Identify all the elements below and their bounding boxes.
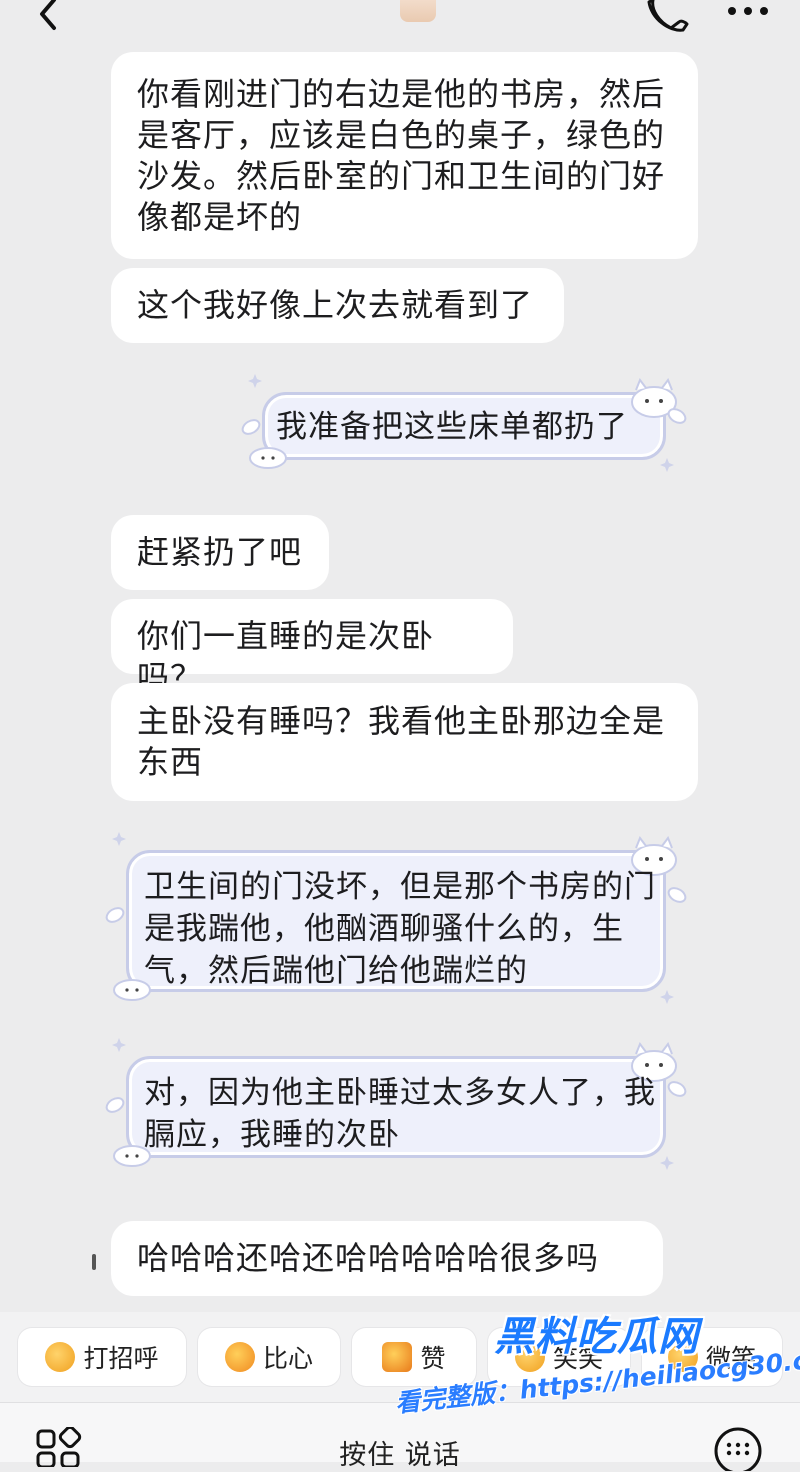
- leaf-icon: [105, 1097, 125, 1113]
- quick-reply-label: 笑笑: [552, 1344, 603, 1373]
- message-text: 卫生间的门没坏，但是那个书房的门是我踹他，他酗酒聊骚什么的，生气，然后踹他门给他…: [144, 869, 656, 989]
- scroll-indicator: [92, 1254, 96, 1270]
- quick-reply-label: 比心: [262, 1344, 313, 1373]
- sparkle-icon: [112, 832, 126, 846]
- message-bubble-left[interactable]: 哈哈哈还哈还哈哈哈哈哈很多吗: [111, 1221, 663, 1296]
- message-bubble-left[interactable]: 主卧没有睡吗？我看他主卧那边全是东西: [111, 683, 698, 801]
- message-bubble-left[interactable]: 赶紧扔了吧: [111, 515, 329, 590]
- quick-reply-label: 赞: [420, 1344, 446, 1373]
- chevron-left-icon[interactable]: [30, 0, 64, 34]
- smile-emoji-icon: [667, 1342, 698, 1372]
- more-dots-icon[interactable]: [726, 4, 770, 18]
- quick-reply-wave[interactable]: 打招呼: [18, 1328, 186, 1386]
- duck-heart-emoji-icon: [224, 1342, 255, 1372]
- leaf-icon: [105, 907, 125, 923]
- message-bubble-left[interactable]: 这个我好像上次去就看到了: [111, 268, 564, 343]
- message-bubble-left[interactable]: 你们一直睡的是次卧吗？: [111, 599, 513, 696]
- laugh-emoji-icon: [514, 1342, 545, 1372]
- decorated-message-bubble-right[interactable]: 卫生间的门没坏，但是那个书房的门是我踹他，他酗酒聊骚什么的，生气，然后踹他门给他…: [104, 832, 688, 1006]
- thumbs-up-emoji-icon: [382, 1342, 413, 1372]
- quick-reply-smile[interactable]: 微笑: [642, 1328, 782, 1386]
- message-text: 我准备把这些床单都扔了: [276, 409, 628, 445]
- keyboard-icon[interactable]: [712, 1423, 764, 1471]
- wave-emoji-icon: [45, 1342, 76, 1372]
- decorated-message-bubble-right[interactable]: 对，因为他主卧睡过太多女人了，我膈应，我睡的次卧: [104, 1038, 688, 1172]
- sparkle-icon: [660, 458, 674, 472]
- decorated-message-bubble-right[interactable]: 我准备把这些床单都扔了: [240, 374, 688, 474]
- quick-reply-label: 打招呼: [83, 1344, 159, 1373]
- sparkle-icon: [660, 1156, 674, 1170]
- contact-avatar[interactable]: [400, 0, 436, 22]
- input-bar: 按住 说话: [0, 1402, 800, 1471]
- leaf-icon: [241, 419, 261, 436]
- leaf-icon: [667, 886, 687, 903]
- leaf-icon: [667, 408, 687, 424]
- leaf-icon: [667, 1081, 687, 1098]
- sparkle-icon: [660, 990, 674, 1004]
- message-text: 对，因为他主卧睡过太多女人了，我膈应，我睡的次卧: [144, 1075, 656, 1153]
- hold-to-talk-button[interactable]: 按住 说话: [300, 1433, 500, 1472]
- chat-header: [0, 0, 800, 46]
- quick-reply-like[interactable]: 赞: [352, 1328, 476, 1386]
- phone-icon[interactable]: [645, 0, 691, 32]
- quick-reply-laugh[interactable]: 笑笑: [488, 1328, 630, 1386]
- message-bubble-left[interactable]: 你看刚进门的右边是他的书房，然后是客厅，应该是白色的桌子，绿色的沙发。然后卧室的…: [111, 52, 698, 259]
- sparkle-icon: [248, 374, 262, 388]
- apps-grid-icon[interactable]: [36, 1427, 84, 1467]
- quick-reply-label: 微笑: [705, 1344, 756, 1373]
- quick-reply-heart[interactable]: 比心: [198, 1328, 340, 1386]
- sparkle-icon: [112, 1038, 126, 1052]
